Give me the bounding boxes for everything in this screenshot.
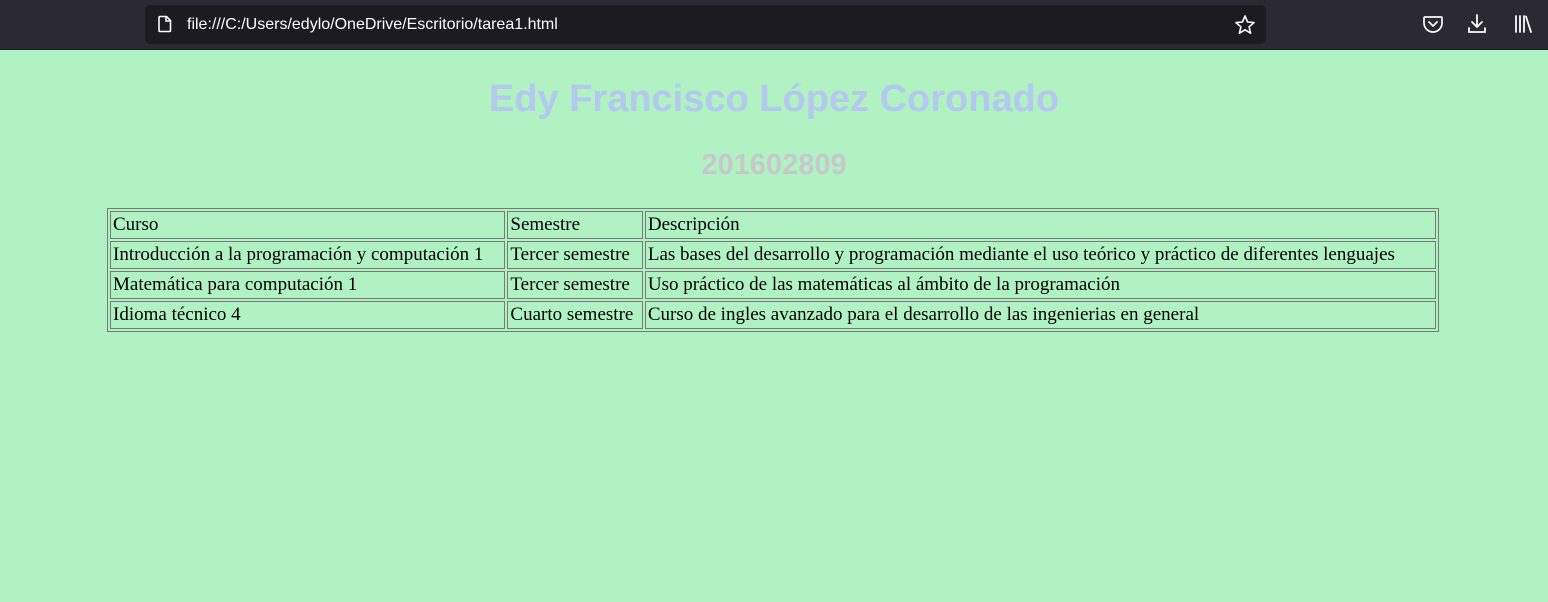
semester-cell: Tercer semestre	[507, 241, 643, 269]
course-cell: Idioma técnico 4	[110, 301, 506, 329]
student-id: 201602809	[701, 149, 847, 181]
library-icon[interactable]	[1512, 13, 1534, 35]
description-cell: Curso de ingles avanzado para el desarro…	[644, 301, 1436, 329]
courses-table: Curso Semestre Descripción Introducción …	[107, 208, 1439, 332]
download-icon[interactable]	[1466, 13, 1488, 35]
table-row: Idioma técnico 4 Cuarto semestre Curso d…	[110, 301, 1436, 329]
page-content: Edy Francisco López Coronado 201602809 C…	[0, 50, 1548, 602]
url-text[interactable]: file:///C:/Users/edylo/OneDrive/Escritor…	[187, 5, 558, 44]
page-icon	[158, 15, 172, 33]
table-row: Matemática para computación 1 Tercer sem…	[110, 271, 1436, 299]
address-bar[interactable]: file:///C:/Users/edylo/OneDrive/Escritor…	[145, 5, 1266, 44]
header-cell-curso: Curso	[110, 211, 506, 239]
header-cell-semestre: Semestre	[507, 211, 643, 239]
star-icon[interactable]	[1234, 14, 1256, 36]
browser-toolbar: file:///C:/Users/edylo/OneDrive/Escritor…	[0, 0, 1548, 50]
description-cell: Uso práctico de las matemáticas al ámbit…	[644, 271, 1436, 299]
page-title: Edy Francisco López Coronado	[488, 78, 1060, 120]
description-cell: Las bases del desarrollo y programación …	[644, 241, 1436, 269]
table-header-row: Curso Semestre Descripción	[110, 211, 1436, 239]
table-row: Introducción a la programación y computa…	[110, 241, 1436, 269]
header-cell-descripcion: Descripción	[644, 211, 1436, 239]
course-cell: Introducción a la programación y computa…	[110, 241, 506, 269]
pocket-icon[interactable]	[1422, 13, 1444, 35]
course-cell: Matemática para computación 1	[110, 271, 506, 299]
semester-cell: Tercer semestre	[507, 271, 643, 299]
semester-cell: Cuarto semestre	[507, 301, 643, 329]
